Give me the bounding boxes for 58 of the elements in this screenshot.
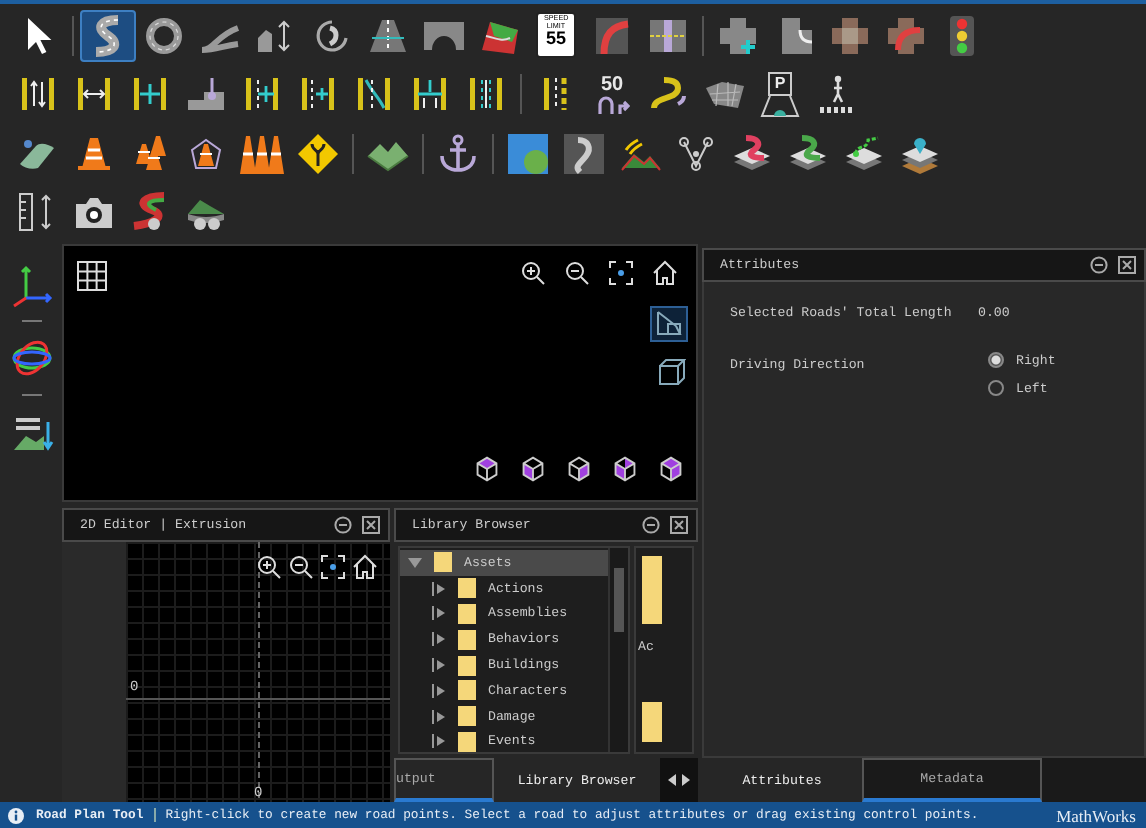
- zoom-out-button[interactable]: [288, 554, 314, 580]
- fit-view-button[interactable]: [606, 258, 636, 288]
- curved-road-icon: [590, 13, 634, 58]
- folder-icon: [458, 731, 476, 752]
- intersection-plus-icon: [716, 13, 760, 58]
- perspective-view-button[interactable]: [650, 306, 688, 342]
- expand-arrow-icon[interactable]: [432, 734, 446, 749]
- folder-icon: [458, 603, 476, 624]
- road-layer-stack-icon: [786, 131, 830, 176]
- road-layer-stack-icon: [730, 131, 774, 176]
- info-icon: [8, 807, 24, 823]
- fit-view-button[interactable]: [320, 554, 346, 580]
- pedestrian-crosswalk-icon: [814, 72, 858, 117]
- expand-arrow-icon[interactable]: [432, 658, 446, 673]
- parking-tool[interactable]: P: [752, 68, 808, 121]
- tab-scroll-buttons[interactable]: [660, 758, 698, 802]
- expand-arrow-icon[interactable]: [432, 683, 446, 698]
- folder-thumbnail[interactable]: [642, 702, 662, 742]
- zoom-in-button[interactable]: [518, 258, 548, 288]
- heightmap-icon: [562, 131, 606, 176]
- folder-icon: [458, 655, 476, 676]
- path-layer-stack-icon: [842, 131, 886, 176]
- orbit-rings-icon: [9, 336, 53, 380]
- float-button[interactable]: [334, 516, 352, 534]
- folder-icon: [458, 706, 476, 727]
- folder-icon: [458, 578, 476, 599]
- float-button[interactable]: [1090, 256, 1108, 274]
- grid-toggle-button[interactable]: [74, 258, 110, 294]
- diamond-sign-icon: [296, 131, 340, 176]
- ring-icon: [142, 13, 186, 58]
- zoom-out-button[interactable]: [562, 258, 592, 288]
- node-graph-icon: [674, 131, 718, 176]
- expand-arrow-icon[interactable]: [432, 709, 446, 724]
- turn-intersection-icon: [884, 13, 928, 58]
- folder-icon: [458, 680, 476, 701]
- float-button[interactable]: [642, 516, 660, 534]
- map-tile-icon: [506, 131, 550, 176]
- paved-intersection-icon: [828, 13, 872, 58]
- cone-row-icon: [240, 131, 284, 176]
- scrollbar[interactable]: [608, 548, 628, 752]
- folder-icon: [434, 552, 452, 573]
- expand-arrow-icon[interactable]: [432, 632, 446, 647]
- folder-thumbnail[interactable]: [642, 556, 662, 624]
- anchor-icon: [436, 131, 480, 176]
- u-turn-sign-tool[interactable]: 50: [584, 68, 640, 121]
- maximize-button[interactable]: [362, 516, 380, 534]
- expand-arrow-icon[interactable]: [432, 581, 446, 596]
- zoom-in-button[interactable]: [256, 554, 282, 580]
- maximize-button[interactable]: [1118, 256, 1136, 274]
- maximize-button[interactable]: [670, 516, 688, 534]
- expand-arrow-icon[interactable]: [432, 606, 446, 621]
- collapse-arrow-icon[interactable]: [408, 555, 422, 570]
- winding-road-tool[interactable]: [80, 9, 136, 62]
- brand-logo: MathWorks: [1056, 805, 1136, 825]
- axes-icon: [9, 262, 53, 306]
- home-button[interactable]: [650, 258, 680, 288]
- folder-icon: [458, 629, 476, 650]
- home-button[interactable]: [352, 554, 378, 580]
